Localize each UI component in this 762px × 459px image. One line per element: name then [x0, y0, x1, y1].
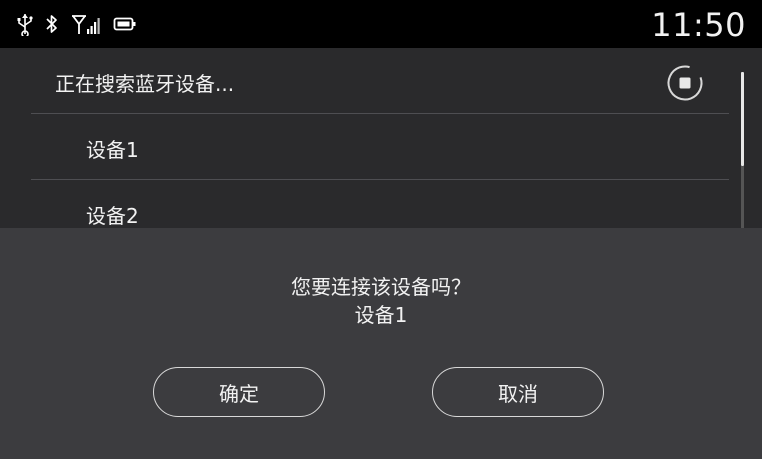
signal-icon	[70, 10, 102, 38]
device-label: 设备1	[86, 138, 139, 162]
confirm-button[interactable]: 确定	[153, 367, 325, 417]
cancel-button[interactable]: 取消	[432, 367, 604, 417]
battery-icon	[113, 10, 137, 38]
dialog-device-name: 设备1	[354, 303, 408, 327]
list-item-device-1[interactable]: 设备1	[0, 114, 740, 179]
dialog-question: 您要连接该设备吗？	[291, 275, 471, 299]
stop-icon	[667, 65, 703, 101]
usb-icon	[16, 10, 34, 38]
status-bar: 11:50	[0, 0, 762, 48]
scrollbar-track	[741, 166, 744, 228]
scrollbar-thumb[interactable]	[741, 72, 744, 166]
device-label: 设备2	[86, 204, 139, 228]
list-item-device-2[interactable]: 设备2	[0, 180, 740, 228]
bluetooth-icon	[44, 10, 60, 38]
stop-search-button[interactable]	[666, 64, 704, 102]
searching-title: 正在搜索蓝牙设备...	[55, 72, 235, 96]
clock-time: 11:50	[651, 6, 746, 44]
connect-dialog: 您要连接该设备吗？ 设备1 确定 取消	[0, 228, 762, 459]
device-list: 正在搜索蓝牙设备... 设备1 设备2	[0, 48, 762, 228]
bluetooth-screen: 11:50 正在搜索蓝牙设备... 设备1 设备2 您要连接该设备吗？ 设备1 …	[0, 0, 762, 459]
